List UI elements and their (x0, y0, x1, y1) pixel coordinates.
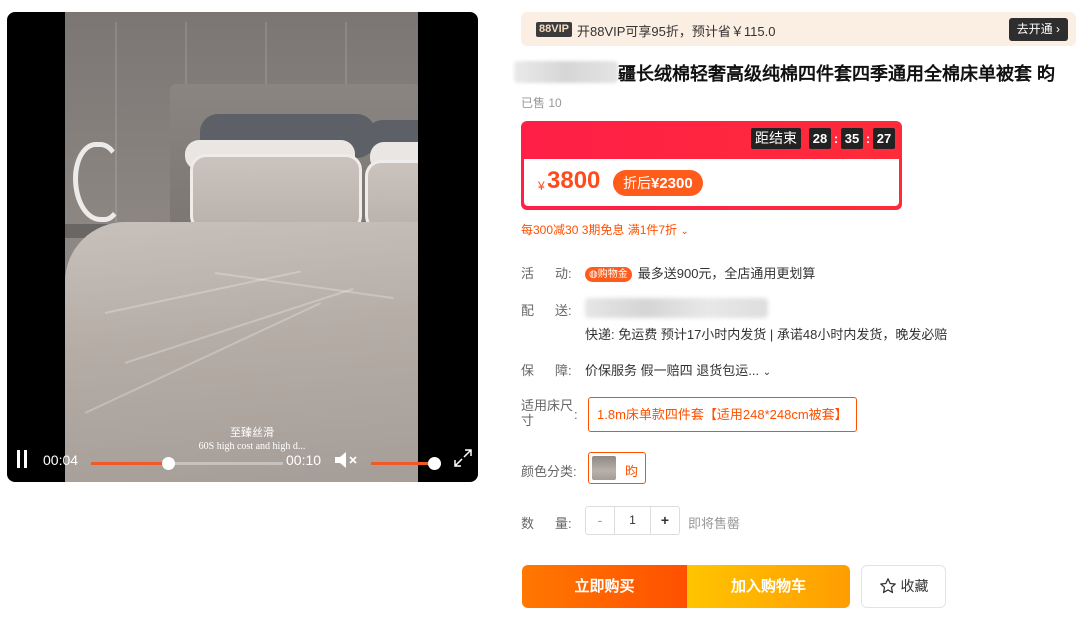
size-colon: : (574, 407, 578, 422)
add-to-cart-button[interactable]: 加入购物车 (687, 565, 850, 608)
activity-text: 最多送900元，全店通用更划算 (637, 266, 816, 281)
favorite-button[interactable]: 收藏 (861, 565, 946, 608)
countdown-hours: 28 (809, 128, 831, 149)
color-thumbnail (592, 456, 616, 480)
caption-line-1: 至臻丝滑 (230, 427, 274, 439)
countdown-minutes: 35 (841, 128, 863, 149)
promo-line[interactable]: 每300减30 3期免息 满1件7折 ⌄ (521, 221, 689, 238)
vip-banner: 88VIP 开88VIP可享95折，预计省￥115.0 去开通 › (521, 12, 1076, 46)
title-redacted (514, 61, 618, 83)
quantity-decrease-button[interactable]: - (586, 507, 614, 534)
mute-icon[interactable] (333, 450, 361, 470)
buy-now-button[interactable]: 立即购买 (522, 565, 687, 608)
guarantee-label: 保障: (521, 363, 572, 378)
stock-note: 即将售罄 (688, 516, 741, 531)
product-video-frame (65, 12, 418, 482)
quantity-input[interactable]: 1 (614, 507, 651, 534)
size-option-1.8m[interactable]: 1.8m床单款四件套【适用248*248cm被套】 (588, 397, 857, 432)
color-option-label: 昀 (625, 464, 639, 479)
promo-text: 每300减30 3期免息 满1件7折 (521, 223, 678, 237)
discounted-value: ¥2300 (651, 175, 693, 192)
progress-handle[interactable] (161, 457, 175, 470)
video-controls: 00:04 至臻丝滑 60S high cost and high d... 0… (7, 427, 478, 482)
current-time: 00:04 (43, 452, 79, 468)
color-label: 颜色分类: (521, 464, 577, 479)
star-icon (879, 578, 896, 594)
fullscreen-icon[interactable] (453, 448, 473, 468)
quantity-increase-button[interactable]: + (651, 507, 679, 534)
video-progress-bar[interactable] (91, 457, 283, 470)
size-label: 适用床尺 寸 (521, 398, 574, 428)
activity-label: 活动: (521, 266, 572, 281)
volume-handle[interactable] (428, 457, 441, 470)
discounted-label: 折后 (623, 175, 651, 191)
guarantee-value[interactable]: 价保服务 假一赔四 退货包运... ⌄ (585, 360, 771, 379)
price-currency: ¥ (538, 179, 545, 193)
favorite-label: 收藏 (900, 578, 929, 594)
sold-count: 已售 10 (521, 96, 562, 110)
product-title: 疆长绒棉轻奢高级纯棉四件套四季通用全棉床单被套 昀 (618, 64, 1055, 84)
activity-value: ◍购物金 最多送900元，全店通用更划算 (585, 263, 815, 282)
address-redacted[interactable] (585, 298, 768, 318)
volume-slider[interactable] (371, 457, 441, 470)
vip-activate-button[interactable]: 去开通 › (1008, 18, 1068, 41)
discounted-price-badge: 折后¥2300 (613, 170, 703, 196)
price-panel: 距结束 28 : 35 : 27 ¥ 3800 折后¥2300 (521, 121, 902, 210)
video-player[interactable]: 00:04 至臻丝滑 60S high cost and high d... 0… (7, 12, 478, 482)
countdown-seconds: 27 (873, 128, 895, 149)
chevron-down-icon: ⌄ (680, 226, 689, 237)
delivery-label: 配送: (521, 303, 572, 318)
delivery-text: 快递: 免运费 预计17小时内发货 | 承诺48小时内发货，晚发必赔 (585, 327, 948, 342)
pause-icon[interactable] (15, 450, 29, 468)
countdown: 距结束 28 : 35 : 27 (751, 128, 895, 149)
total-time: 00:10 (286, 452, 322, 468)
chevron-down-icon: ⌄ (762, 367, 772, 378)
vip-badge: 88VIP (536, 22, 572, 37)
quantity-label: 数量: (521, 516, 572, 531)
color-option[interactable]: 昀 (588, 452, 646, 484)
vip-text: 开88VIP可享95折，预计省￥115.0 (577, 24, 776, 39)
video-caption: 至臻丝滑 60S high cost and high d... (172, 426, 332, 454)
countdown-label: 距结束 (751, 128, 801, 149)
quantity-stepper: - 1 + (585, 506, 680, 535)
price-value: 3800 (547, 167, 601, 194)
guarantee-text: 价保服务 假一赔四 退货包运... (585, 363, 760, 378)
shopping-gold-badge: ◍购物金 (585, 267, 632, 282)
